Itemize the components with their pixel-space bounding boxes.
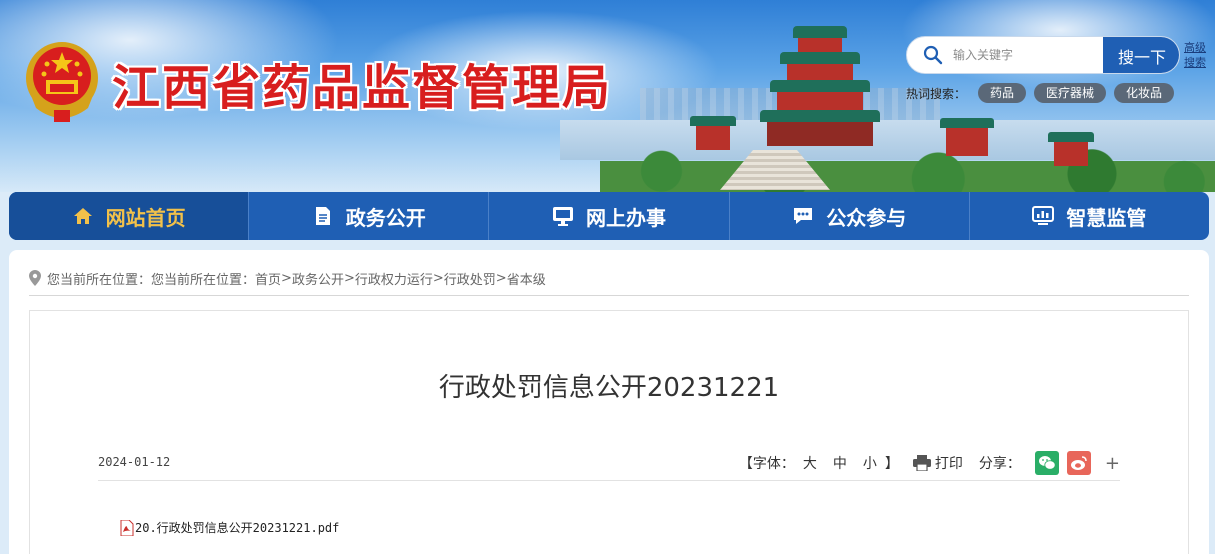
breadcrumb-government-affairs[interactable]: 政务公开 bbox=[292, 269, 344, 288]
font-size-medium-button[interactable]: 中 bbox=[833, 453, 847, 473]
article-title: 行政处罚信息公开20231221 bbox=[438, 373, 780, 403]
search-box: 搜一下 bbox=[906, 36, 1180, 74]
home-icon bbox=[72, 205, 94, 227]
article-meta: 2024-01-12 【字体： 大 中 小 】 打印 分享： + bbox=[98, 449, 1120, 481]
article-container: 行政处罚信息公开20231221 2024-01-12 【字体： 大 中 小 】… bbox=[29, 310, 1189, 554]
font-size-open: 【字体： bbox=[738, 456, 795, 472]
article-tools: 【字体： 大 中 小 】 打印 分享： + bbox=[739, 449, 1120, 477]
publish-date: 2024-01-12 bbox=[98, 455, 171, 469]
breadcrumb: 您当前所在位置：您当前所在位置： 首页 > 政务公开 > 行政权力运行 > 行政… bbox=[29, 268, 546, 288]
hot-tag-drugs[interactable]: 药品 bbox=[978, 83, 1027, 103]
nav-item-public-participation[interactable]: 公众参与 bbox=[730, 192, 970, 240]
breadcrumb-admin-penalty[interactable]: 行政处罚 bbox=[444, 269, 496, 288]
breadcrumb-provincial[interactable]: 省本级 bbox=[507, 269, 546, 288]
print-label: 打印 bbox=[934, 456, 963, 472]
nav-item-smart-supervision[interactable]: 智慧监管 bbox=[970, 192, 1209, 240]
nav-item-label: 智慧监管 bbox=[1066, 205, 1147, 230]
chat-icon bbox=[792, 205, 814, 227]
national-emblem-logo bbox=[22, 38, 102, 124]
location-pin-icon bbox=[29, 270, 41, 286]
small-pavilion-illustration bbox=[940, 118, 994, 158]
hot-tag-cosmetics[interactable]: 化妆品 bbox=[1114, 83, 1175, 103]
small-pavilion-illustration bbox=[690, 116, 736, 152]
breadcrumb-admin-power[interactable]: 行政权力运行 bbox=[355, 269, 433, 288]
document-icon bbox=[312, 205, 334, 227]
search-icon bbox=[923, 45, 943, 65]
attachment-link[interactable]: 20.行政处罚信息公开20231221.pdf bbox=[120, 519, 339, 536]
monitor-icon bbox=[552, 205, 574, 227]
share-label: 分享： bbox=[978, 456, 1021, 472]
printer-icon bbox=[912, 455, 931, 472]
hot-tag-medical-devices[interactable]: 医疗器械 bbox=[1034, 83, 1107, 103]
nav-item-label: 公众参与 bbox=[826, 205, 907, 230]
breadcrumb-separator: > bbox=[343, 270, 355, 286]
pavilion-illustration bbox=[760, 26, 880, 166]
advanced-search-link[interactable]: 高级搜索 bbox=[1184, 40, 1210, 70]
site-title: 江西省药品监督管理局 bbox=[112, 60, 613, 116]
breadcrumb-separator: > bbox=[432, 270, 444, 286]
nav-item-government-affairs[interactable]: 政务公开 bbox=[249, 192, 490, 240]
breadcrumb-separator: > bbox=[281, 270, 292, 286]
dashboard-icon bbox=[1032, 205, 1055, 227]
font-size-large-button[interactable]: 大 bbox=[803, 453, 817, 473]
breadcrumb-separator: > bbox=[495, 270, 507, 286]
content-panel: 您当前所在位置：您当前所在位置： 首页 > 政务公开 > 行政权力运行 > 行政… bbox=[9, 250, 1209, 554]
pdf-file-icon bbox=[120, 519, 134, 536]
print-button[interactable]: 打印 bbox=[912, 453, 963, 473]
small-pavilion-illustration bbox=[1048, 132, 1094, 168]
nav-item-label: 网上办事 bbox=[586, 205, 666, 230]
attachment-filename: 20.行政处罚信息公开20231221.pdf bbox=[135, 521, 340, 535]
hot-search-row: 热词搜索： 药品 医疗器械 化妆品 bbox=[906, 82, 1175, 104]
weibo-share-icon[interactable] bbox=[1066, 451, 1091, 475]
wechat-share-icon[interactable] bbox=[1034, 451, 1059, 475]
breadcrumb-home[interactable]: 首页 bbox=[255, 269, 281, 288]
header-banner: 江西省药品监督管理局 搜一下 高级搜索 热词搜索： 药品 医疗器械 化妆品 bbox=[0, 0, 1215, 192]
breadcrumb-prefix: 您当前所在位置：您当前所在位置： bbox=[47, 272, 256, 288]
nav-item-label: 网站首页 bbox=[105, 205, 186, 230]
font-size-small-button[interactable]: 小 bbox=[863, 453, 877, 473]
breadcrumb-divider bbox=[29, 295, 1189, 296]
nav-item-online-services[interactable]: 网上办事 bbox=[489, 192, 730, 240]
hot-search-label: 热词搜索： bbox=[906, 86, 967, 101]
main-nav: 网站首页 政务公开 网上办事 公众参与 智慧监管 bbox=[9, 192, 1209, 240]
nav-item-home[interactable]: 网站首页 bbox=[9, 192, 250, 240]
nav-item-label: 政务公开 bbox=[345, 205, 426, 230]
share-more-button[interactable]: + bbox=[1105, 453, 1120, 474]
search-input[interactable] bbox=[953, 45, 1103, 65]
font-size-close: 】 bbox=[884, 456, 899, 472]
search-button[interactable]: 搜一下 bbox=[1103, 37, 1179, 73]
